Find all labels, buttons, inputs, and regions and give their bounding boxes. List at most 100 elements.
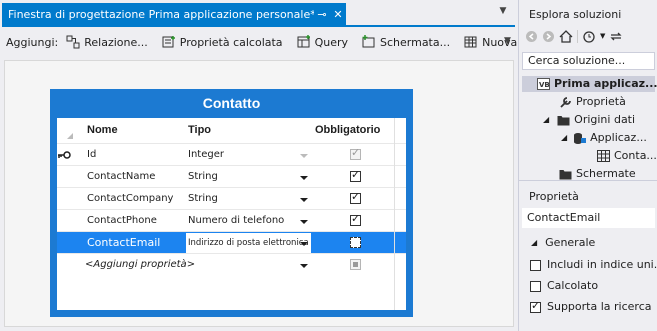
required-checkbox[interactable]: ✓ <box>350 147 361 160</box>
tree-item-screens[interactable]: Schermate <box>559 167 636 180</box>
type-dropdown-icon[interactable] <box>300 242 308 246</box>
tree-item-label: Applicaz... <box>590 131 647 144</box>
property-row[interactable]: Id Integer ✓ <box>57 143 406 166</box>
property-type[interactable]: Integer <box>188 144 308 166</box>
svg-text:VB: VB <box>539 81 550 89</box>
add-screen-label: Schermata... <box>380 35 451 49</box>
property-name[interactable]: ContactEmail <box>87 232 160 254</box>
property-type-input[interactable]: Indirizzo di posta elettronica <box>186 233 311 253</box>
column-header-type[interactable]: Tipo <box>188 118 211 143</box>
relationship-icon <box>66 35 80 49</box>
grid-column-separator <box>394 118 395 310</box>
history-icon[interactable] <box>582 30 596 43</box>
required-checkbox[interactable]: ✓ <box>350 213 361 226</box>
computed-property-label: Proprietà calcolata <box>179 35 283 49</box>
computed-checkbox[interactable] <box>530 281 541 292</box>
vb-project-icon: VB <box>537 77 550 90</box>
properties-group-general[interactable]: ◢ Generale <box>531 236 595 249</box>
type-dropdown-icon[interactable] <box>300 264 308 268</box>
entity-title[interactable]: Contatto <box>50 89 413 117</box>
close-icon[interactable]: ✕ <box>330 8 346 21</box>
toolbar-overflow-icon[interactable]: ▼ <box>504 36 511 46</box>
tree-item-label: Conta... <box>614 149 657 162</box>
folder-icon <box>559 169 572 179</box>
property-name[interactable]: Id <box>87 144 96 166</box>
tree-item-data-sources[interactable]: ◢ Origini dati <box>543 113 635 126</box>
property-row[interactable]: ContactName String ✓ <box>57 165 406 188</box>
add-property-row[interactable]: <Aggiungi proprietà> <box>57 253 406 276</box>
folder-icon <box>557 115 570 125</box>
screen-icon <box>362 35 375 48</box>
tree-item-properties[interactable]: Proprietà <box>559 95 626 108</box>
database-icon <box>574 132 587 144</box>
property-type[interactable]: String <box>188 188 308 210</box>
properties-object-name[interactable]: ContactEmail <box>522 208 655 228</box>
tab-title: Finestra di progettazione Prima applicaz… <box>8 7 314 21</box>
column-header-required[interactable]: Obbligatorio <box>315 118 380 143</box>
forward-icon[interactable] <box>542 30 555 43</box>
add-relationship-label: Relazione... <box>84 35 148 49</box>
computed-property-icon <box>162 36 175 48</box>
query-label: Query <box>314 35 348 49</box>
expand-arrow-icon[interactable]: ◢ <box>561 133 567 142</box>
pin-icon[interactable]: ⊸ <box>314 8 330 21</box>
designer-toolbar: Aggiungi: Relazione... Proprietà calcola… <box>0 28 558 56</box>
required-checkbox[interactable] <box>350 237 361 248</box>
solution-explorer-title: Esplora soluzioni <box>529 8 622 21</box>
solution-explorer-toolbar: ▼ <box>525 28 655 44</box>
entity-table[interactable]: Contatto Nome Tipo Obbligatorio Id Integ… <box>50 89 413 317</box>
tree-item-label: Schermate <box>576 167 636 180</box>
property-row-selected[interactable]: ContactEmail Indirizzo di posta elettron… <box>57 231 406 254</box>
tree-item-label: Prima applicaz... <box>554 77 657 90</box>
table-icon <box>597 149 610 162</box>
panel-separator <box>519 180 657 181</box>
expand-arrow-icon[interactable]: ◢ <box>531 238 537 247</box>
property-name[interactable]: ContactName <box>87 166 155 188</box>
property-type[interactable]: Numero di telefono <box>188 210 300 232</box>
computed-property-button[interactable]: Proprietà calcolata <box>162 35 283 49</box>
unique-index-checkbox[interactable] <box>530 260 541 271</box>
table-icon <box>464 36 477 48</box>
column-header-name[interactable]: Nome <box>87 118 118 143</box>
toolbar-separator <box>577 29 578 43</box>
add-screen-button[interactable]: Schermata... <box>362 35 450 49</box>
type-dropdown-icon[interactable] <box>300 154 308 158</box>
computed-label: Calcolato <box>547 279 599 292</box>
designer-pane: Finestra di progettazione Prima applicaz… <box>0 0 558 331</box>
tree-item-application-data[interactable]: ◢ Applicaz... <box>561 131 647 144</box>
type-dropdown-icon[interactable] <box>300 220 308 224</box>
required-checkbox[interactable]: ✓ <box>350 191 361 204</box>
group-label: Generale <box>545 236 596 249</box>
supports-search-checkbox[interactable]: ✓ <box>530 300 541 313</box>
home-icon[interactable] <box>559 29 573 43</box>
solution-search-input[interactable]: Cerca soluzione... <box>522 52 655 70</box>
property-row[interactable]: ContactCompany String ✓ <box>57 187 406 210</box>
add-relationship-button[interactable]: Relazione... <box>66 35 148 49</box>
history-dropdown-icon[interactable]: ▼ <box>600 32 605 40</box>
property-row[interactable]: ContactPhone Numero di telefono ✓ <box>57 209 406 232</box>
unique-index-label: Includi in indice uni... <box>547 258 657 271</box>
sync-icon[interactable] <box>609 30 623 43</box>
grid-corner-marker <box>57 118 79 143</box>
tree-item-contacts-table[interactable]: Conta... <box>597 149 657 162</box>
required-checkbox[interactable]: ✓ <box>350 169 361 182</box>
back-icon[interactable] <box>525 30 538 43</box>
required-checkbox[interactable] <box>350 259 361 270</box>
property-type[interactable]: String <box>188 166 308 188</box>
type-dropdown-icon[interactable] <box>300 198 308 202</box>
key-icon <box>58 151 71 159</box>
property-name[interactable]: ContactCompany <box>87 188 173 210</box>
supports-search-label: Supporta la ricerca <box>547 300 652 313</box>
entity-grid: Nome Tipo Obbligatorio Id Integer ✓ Cont… <box>57 118 406 310</box>
add-property-placeholder[interactable]: <Aggiungi proprietà> <box>85 254 195 276</box>
tree-item-project[interactable]: VB Prima applicaz... <box>537 77 657 90</box>
add-label: Aggiungi: <box>6 35 59 49</box>
tab-dropdown-icon[interactable]: ▼ <box>496 6 510 20</box>
document-tab[interactable]: Finestra di progettazione Prima applicaz… <box>2 3 346 25</box>
tree-item-label: Proprietà <box>576 95 626 108</box>
query-button[interactable]: Query <box>297 35 348 49</box>
corner-triangle-icon <box>67 133 73 139</box>
type-dropdown-icon[interactable] <box>300 176 308 180</box>
property-name[interactable]: ContactPhone <box>87 210 157 232</box>
expand-arrow-icon[interactable]: ◢ <box>543 115 549 124</box>
